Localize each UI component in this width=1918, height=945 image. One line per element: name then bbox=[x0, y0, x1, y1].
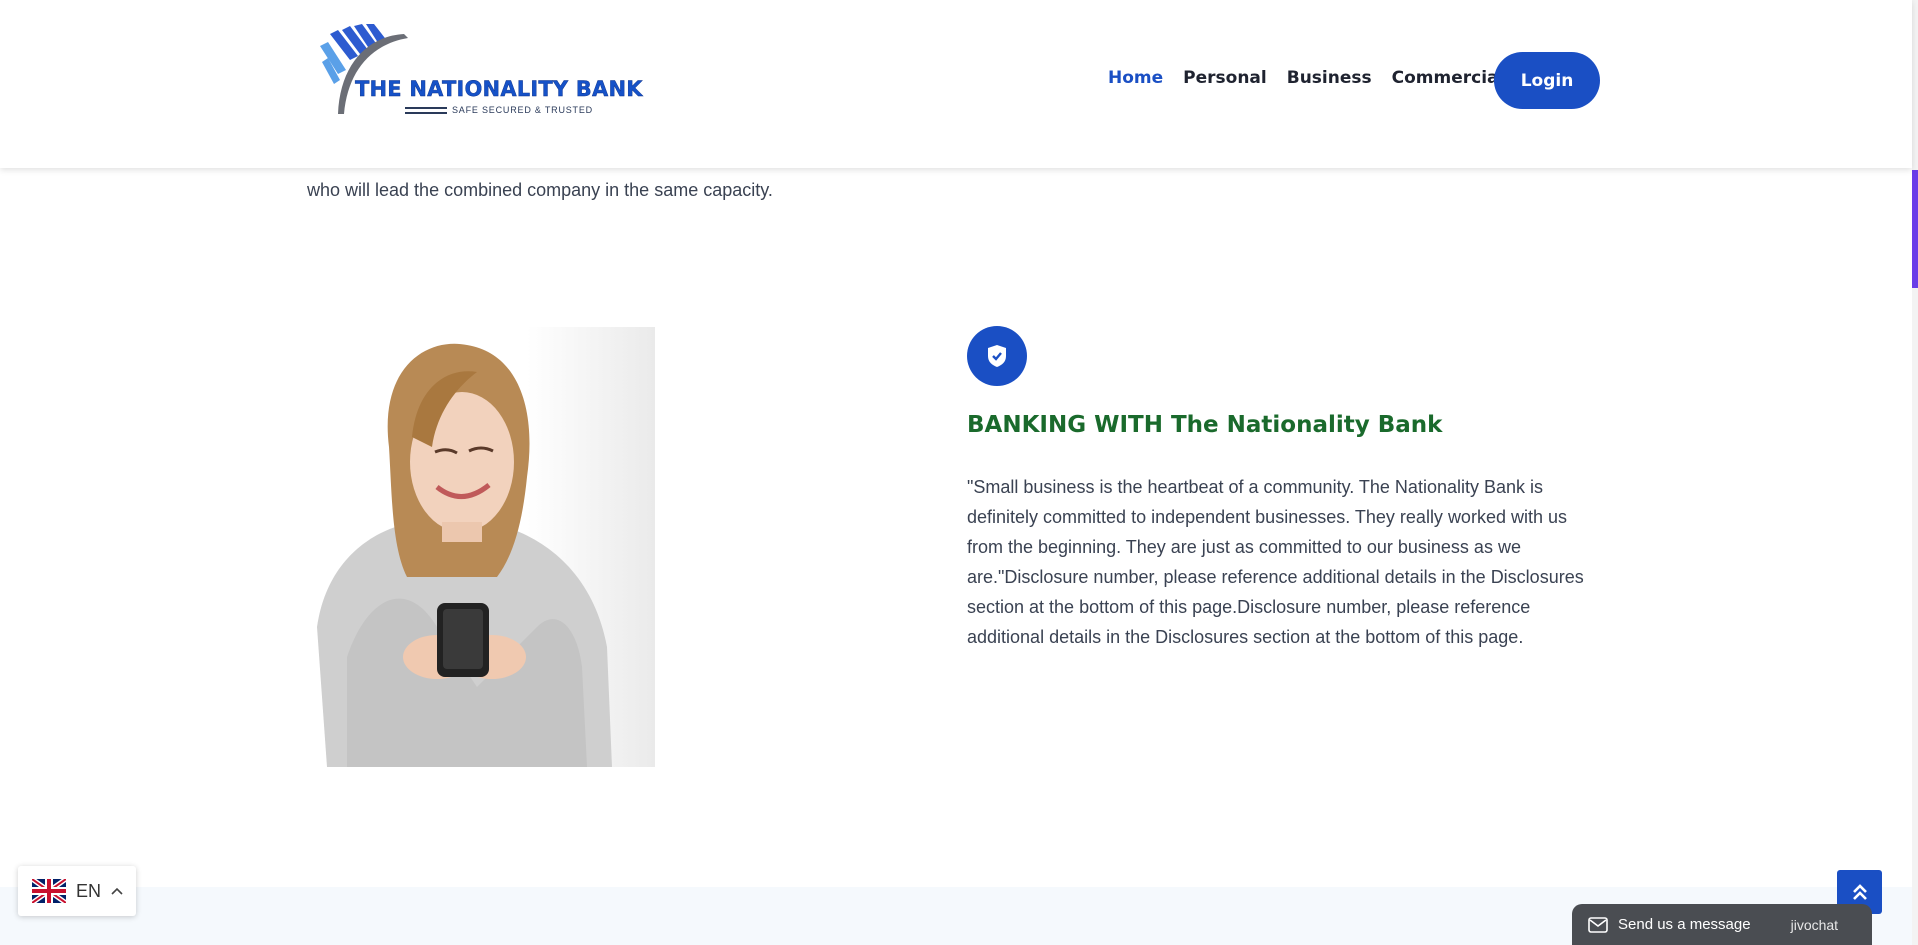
feature-title: BANKING WITH The Nationality Bank bbox=[967, 412, 1443, 438]
chat-widget[interactable]: Send us a message jivochat bbox=[1572, 904, 1872, 945]
envelope-icon bbox=[1588, 916, 1608, 933]
brand-tagline: SAFE SECURED & TRUSTED bbox=[452, 105, 593, 115]
nav-home[interactable]: Home bbox=[1108, 68, 1163, 88]
nav-commercial[interactable]: Commercial bbox=[1392, 68, 1505, 88]
language-selector[interactable]: EN bbox=[18, 866, 136, 916]
logo-mark-icon bbox=[320, 24, 408, 114]
main-nav: Home Personal Business Commercial bbox=[1108, 68, 1504, 88]
nav-business[interactable]: Business bbox=[1287, 68, 1372, 88]
brand-name: THE NATIONALITY BANK bbox=[355, 77, 643, 101]
intro-text: who will lead the combined company in th… bbox=[307, 180, 773, 200]
language-code: EN bbox=[76, 880, 102, 901]
scrollbar-track[interactable] bbox=[1912, 0, 1918, 945]
feature-body: "Small business is the heartbeat of a co… bbox=[967, 477, 1584, 647]
chat-brand: jivochat bbox=[1790, 916, 1839, 933]
site-header: THE NATIONALITY BANK SAFE SECURED & TRUS… bbox=[0, 0, 1912, 168]
shield-check-icon bbox=[967, 326, 1027, 386]
nav-personal[interactable]: Personal bbox=[1183, 68, 1267, 88]
login-button[interactable]: Login bbox=[1494, 52, 1600, 109]
double-chevron-up-icon bbox=[1852, 884, 1867, 900]
scrollbar-thumb[interactable] bbox=[1912, 170, 1918, 288]
chat-label: Send us a message bbox=[1618, 916, 1751, 933]
chevron-up-icon bbox=[111, 887, 123, 895]
woman-with-phone-image bbox=[307, 327, 655, 767]
logo-underline bbox=[405, 107, 447, 114]
uk-flag-icon bbox=[32, 879, 66, 903]
bank-logo[interactable]: THE NATIONALITY BANK SAFE SECURED & TRUS… bbox=[318, 24, 643, 118]
